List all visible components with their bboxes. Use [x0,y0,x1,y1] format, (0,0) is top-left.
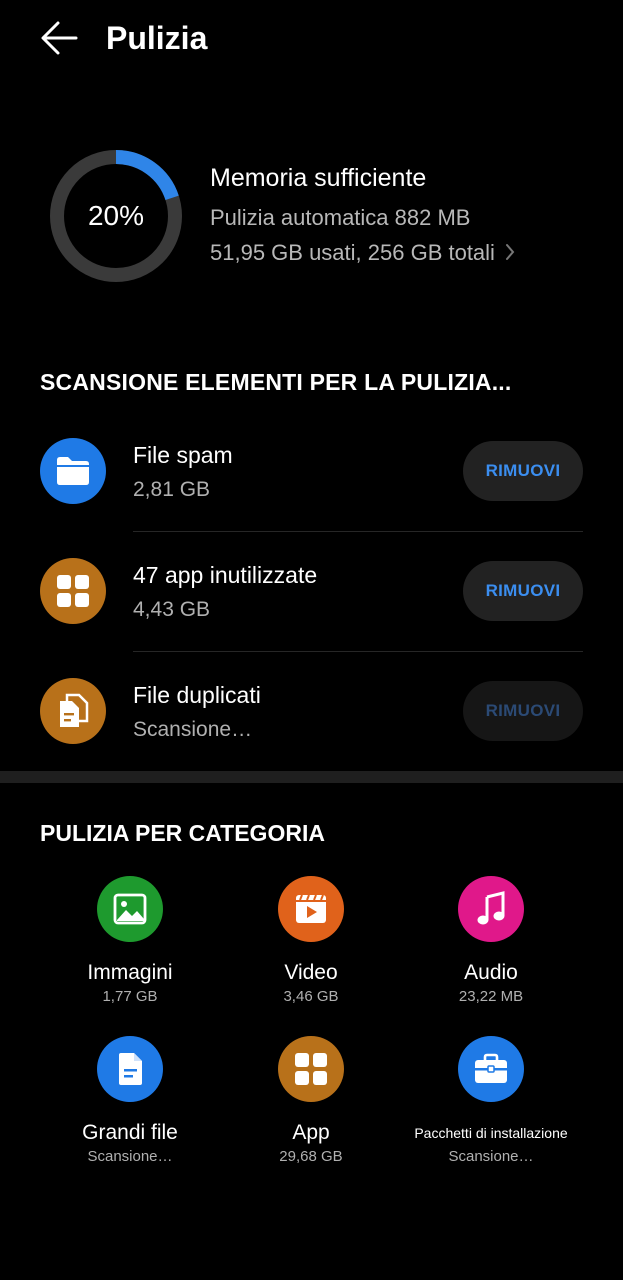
remove-button-disabled[interactable]: RIMUOVI [463,681,583,741]
category-size: 3,46 GB [283,988,339,1005]
document-icon [97,1036,163,1102]
section-divider [0,771,623,783]
category-label: Pacchetti di installazione [414,1125,568,1141]
category-label: Audio [464,961,518,984]
folder-icon [40,438,106,504]
apps-grid-icon [40,558,106,624]
chevron-right-icon [505,239,515,269]
category-label: Video [284,961,338,984]
category-size: 1,77 GB [102,988,158,1005]
scan-item-title: File duplicati [133,682,261,708]
auto-clean-text: Pulizia automatica 882 MB [210,205,471,230]
scan-item-status: Scansione… [133,718,253,741]
category-status: Scansione… [87,1148,173,1165]
storage-percent: 20% [87,200,145,231]
remove-button[interactable]: RIMUOVI [463,561,583,621]
category-label: App [292,1121,330,1144]
memory-status: Memoria sufficiente [210,164,427,192]
category-apps[interactable]: App 29,68 GB [211,1036,411,1167]
category-section-heading: PULIZIA PER CATEGORIA [40,820,325,846]
category-video[interactable]: Video 3,46 GB [211,876,411,1007]
back-button[interactable] [38,18,80,58]
image-icon [97,876,163,942]
category-size: 29,68 GB [279,1148,343,1165]
scan-item-unused-apps: 47 app inutilizzate 4,43 GB RIMUOVI [0,532,623,652]
scan-item-title: File spam [133,442,233,468]
category-images[interactable]: Immagini 1,77 GB [30,876,230,1007]
category-label: Grandi file [82,1121,178,1144]
category-install-packages[interactable]: Pacchetti di installazione Scansione… [391,1036,591,1167]
video-icon [278,876,344,942]
remove-button[interactable]: RIMUOVI [463,441,583,501]
category-size: 23,22 MB [458,988,524,1005]
scan-item-title: 47 app inutilizzate [133,562,318,588]
scan-item-size: 2,81 GB [133,478,211,501]
scan-item-duplicate-files: File duplicati Scansione… RIMUOVI [0,652,623,772]
apps-grid-icon [278,1036,344,1102]
arrow-left-icon [41,21,78,55]
music-note-icon [458,876,524,942]
scan-item-junk-files: File spam 2,81 GB RIMUOVI [0,412,623,532]
category-large-files[interactable]: Grandi file Scansione… [30,1036,230,1167]
page-title: Pulizia [106,20,208,56]
storage-usage-text: 51,95 GB usati, 256 GB totali [210,240,495,265]
duplicate-files-icon [40,678,106,744]
scan-item-size: 4,43 GB [133,598,211,621]
category-audio[interactable]: Audio 23,22 MB [391,876,591,1007]
category-status: Scansione… [448,1148,534,1165]
briefcase-icon [458,1036,524,1102]
category-label: Immagini [87,961,173,984]
scan-section-heading: SCANSIONE ELEMENTI PER LA PULIZIA... [40,369,512,395]
storage-usage-link[interactable]: 51,95 GB usati, 256 GB totali [210,238,515,269]
